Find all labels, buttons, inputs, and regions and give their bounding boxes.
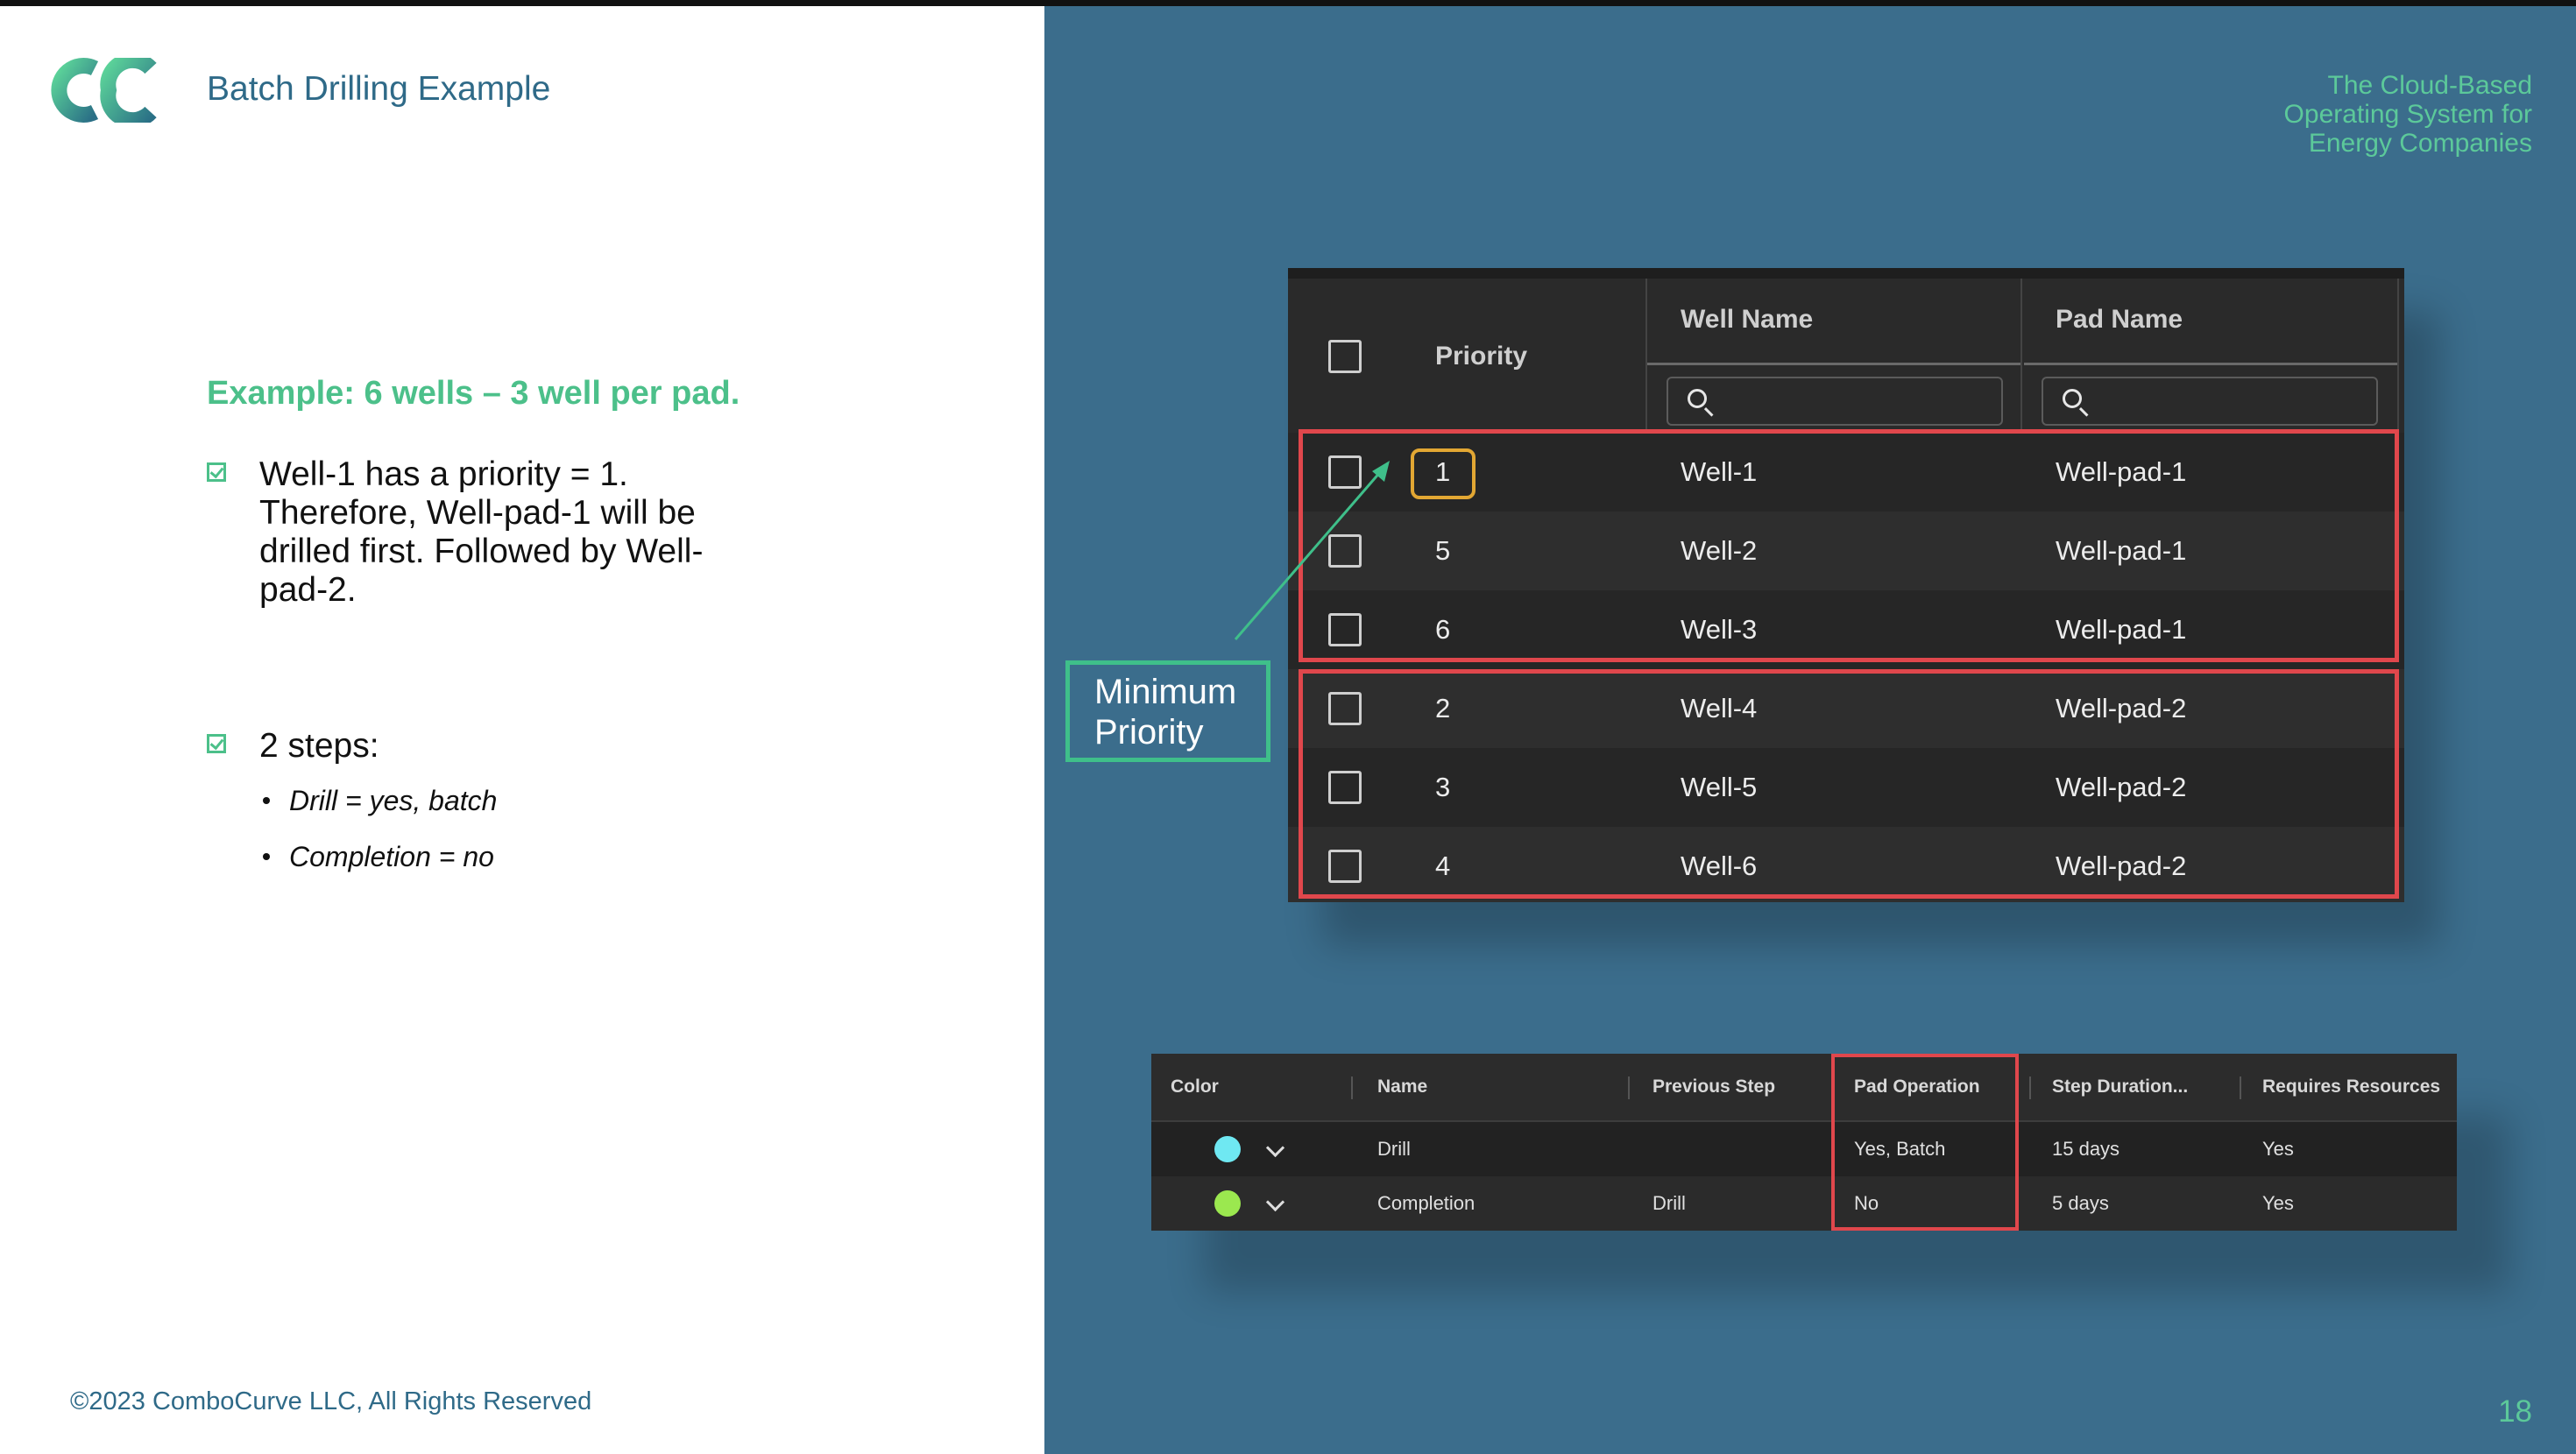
- combocurve-logo: [51, 58, 157, 123]
- bullet-priority: Well-1 has a priority = 1. Therefore, We…: [207, 455, 732, 613]
- chevron-down-icon[interactable]: [1265, 1192, 1285, 1212]
- color-swatch[interactable]: [1214, 1136, 1241, 1162]
- well-name-search-input[interactable]: [1667, 377, 2003, 426]
- top-border: [0, 0, 2576, 6]
- bullet-priority-text: Well-1 has a priority = 1. Therefore, We…: [259, 455, 704, 609]
- page-number: 18: [2498, 1394, 2532, 1429]
- bullet-dot: [263, 797, 270, 804]
- pad-operation-highlight-box: [1831, 1054, 2019, 1231]
- example-heading: Example: 6 wells – 3 well per pad.: [207, 375, 740, 412]
- header-name[interactable]: Name: [1377, 1054, 1427, 1120]
- header-previous-step[interactable]: Previous Step: [1652, 1054, 1775, 1120]
- header-color[interactable]: Color: [1171, 1054, 1219, 1120]
- tagline: The Cloud-Based Operating System for Ene…: [2283, 71, 2532, 158]
- header-priority[interactable]: Priority: [1435, 342, 1527, 371]
- search-icon: [1688, 389, 1707, 408]
- pad-2-highlight-box: [1299, 669, 2399, 899]
- copyright-footer: ©2023 ComboCurve LLC, All Rights Reserve…: [70, 1387, 592, 1415]
- pad-name-search-input[interactable]: [2042, 377, 2378, 426]
- steps-table: Color Name Previous Step Pad Operation S…: [1151, 1054, 2457, 1231]
- checkbox-icon: [207, 734, 226, 753]
- header-well-name[interactable]: Well Name: [1681, 305, 1813, 335]
- bullet-dot: [263, 853, 270, 860]
- step-row-completion[interactable]: Completion Drill No 5 days Yes: [1151, 1176, 2457, 1231]
- callout-arrow: [1234, 461, 1390, 640]
- header-step-duration[interactable]: Step Duration...: [2052, 1054, 2188, 1120]
- bullet-steps-text: 2 steps:: [259, 727, 379, 765]
- wells-table: Priority Well Name Pad Name 1 Well-1 Wel…: [1288, 268, 2404, 902]
- wells-table-header: Priority Well Name Pad Name: [1288, 279, 2404, 433]
- checkbox-icon: [207, 462, 226, 482]
- pad-1-highlight-box: [1299, 429, 2399, 662]
- slide-title: Batch Drilling Example: [207, 70, 551, 108]
- step-row-drill[interactable]: Drill Yes, Batch 15 days Yes: [1151, 1122, 2457, 1176]
- header-requires-resources[interactable]: Requires Resources: [2262, 1054, 2440, 1120]
- bullet-steps: 2 steps:: [207, 727, 732, 771]
- header-pad-name[interactable]: Pad Name: [2056, 305, 2183, 335]
- minimum-priority-callout: Minimum Priority: [1065, 660, 1270, 762]
- select-all-checkbox[interactable]: [1328, 340, 1362, 373]
- steps-table-header: Color Name Previous Step Pad Operation S…: [1151, 1054, 2457, 1122]
- chevron-down-icon[interactable]: [1265, 1138, 1285, 1158]
- color-swatch[interactable]: [1214, 1190, 1241, 1217]
- search-icon: [2063, 389, 2082, 408]
